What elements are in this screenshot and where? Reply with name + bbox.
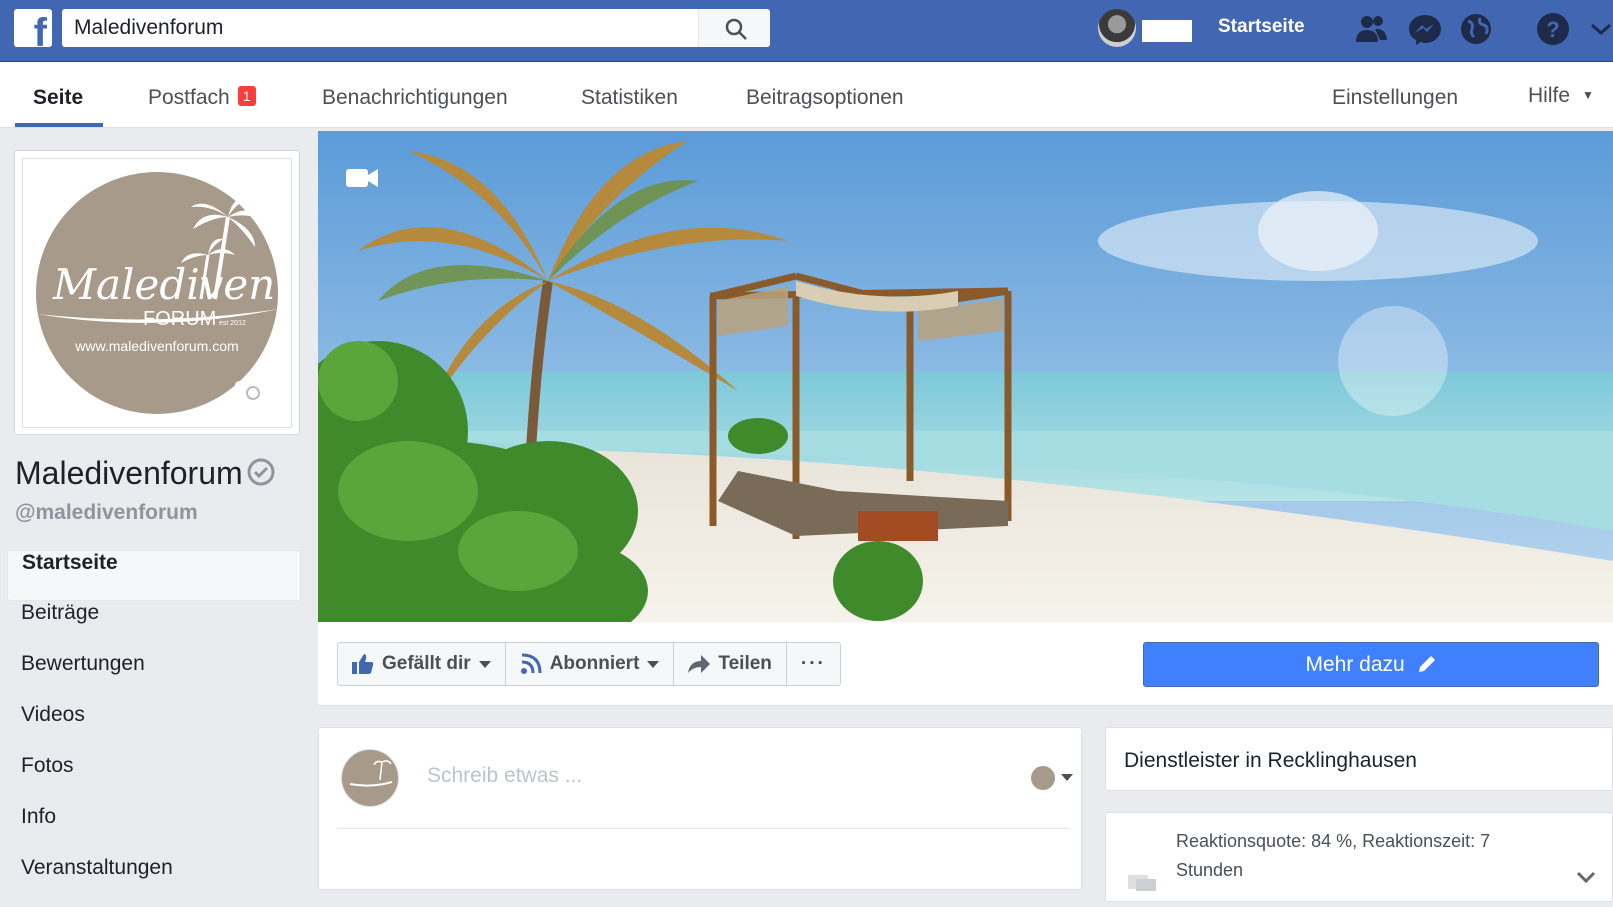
cover-video[interactable] [318, 131, 1613, 622]
response-rate-line1: Reaktionsquote: 84 %, Reaktionszeit: 7 [1176, 831, 1491, 851]
share-button[interactable]: Teilen [674, 643, 787, 685]
page-category-text: Dienstleister in Recklinghausen [1124, 749, 1417, 772]
profile-picture[interactable]: Malediven FORUM est 2012 www.maledivenfo… [14, 150, 300, 435]
user-name-redacted[interactable] [1142, 20, 1192, 42]
tab-notifications[interactable]: Benachrichtigungen [322, 86, 508, 110]
post-as-selector[interactable] [1031, 766, 1075, 792]
leftnav-item-posts[interactable]: Beiträge [7, 601, 301, 652]
svg-text:Malediven: Malediven [52, 260, 275, 309]
svg-text:www.maledivenforum.com: www.maledivenforum.com [74, 338, 238, 354]
friends-icon[interactable] [1353, 12, 1389, 46]
page-title: Maledivenforum [15, 455, 275, 492]
pencil-icon [1418, 656, 1435, 672]
active-tab-indicator [15, 123, 103, 127]
tab-insights[interactable]: Statistiken [581, 86, 678, 110]
chevron-down-icon[interactable] [1590, 12, 1612, 46]
selector-avatar-icon [1031, 766, 1055, 790]
share-button-label: Teilen [718, 653, 772, 674]
caret-down-icon [1061, 774, 1073, 781]
caret-down-icon [647, 660, 660, 668]
search-input[interactable] [62, 9, 696, 47]
page-tab-bar: Seite Postfach 1 Benachrichtigungen Stati… [0, 62, 1613, 128]
leftnav-item-about[interactable]: Info [7, 805, 301, 856]
tab-help[interactable]: Hilfe ▼ [1528, 84, 1594, 108]
response-rate-line2: Stunden [1176, 860, 1244, 880]
leftnav-item-photos[interactable]: Fotos [7, 754, 301, 805]
action-button-group: Gefällt dir Abonniert Teilen ··· [337, 642, 841, 686]
tab-inbox-label: Postfach [148, 86, 230, 109]
user-avatar[interactable] [1098, 9, 1136, 47]
learn-more-button[interactable]: Mehr dazu [1143, 642, 1599, 687]
globe-icon[interactable] [1458, 12, 1494, 46]
caret-down-icon [478, 660, 491, 668]
tab-page[interactable]: Seite [33, 86, 83, 110]
page-title-text: Maledivenforum [15, 455, 243, 491]
verified-check-icon [247, 458, 275, 486]
search-icon [725, 18, 747, 40]
rss-icon [520, 653, 542, 674]
composer-page-avatar [341, 749, 399, 807]
tab-help-label: Hilfe [1528, 84, 1571, 107]
svg-text:est 2012: est 2012 [219, 320, 246, 327]
response-rate-card[interactable]: Reaktionsquote: 84 %, Reaktionszeit: 7 S… [1105, 812, 1613, 902]
share-arrow-icon [688, 655, 711, 673]
svg-text:?: ? [1546, 17, 1559, 42]
leftnav-item-events[interactable]: Veranstaltungen [7, 856, 301, 907]
leftnav-item-home[interactable]: Startseite [7, 550, 301, 601]
thumbs-up-icon [352, 654, 374, 674]
follow-button[interactable]: Abonniert [506, 643, 675, 685]
like-button-label: Gefällt dir [382, 653, 471, 674]
home-link[interactable]: Startseite [1218, 16, 1305, 38]
tab-publishing-tools[interactable]: Beitragsoptionen [746, 86, 904, 110]
page-action-bar: Gefällt dir Abonniert Teilen ··· Mehr da… [318, 622, 1613, 706]
facebook-logo-icon[interactable]: f [14, 9, 52, 47]
leftnav-item-videos[interactable]: Videos [7, 703, 301, 754]
response-rate-text: Reaktionsquote: 84 %, Reaktionszeit: 7 S… [1176, 827, 1536, 885]
leftnav-item-reviews[interactable]: Bewertungen [7, 652, 301, 703]
caret-down-icon: ▼ [1582, 88, 1594, 102]
tab-settings[interactable]: Einstellungen [1332, 86, 1458, 110]
messenger-icon[interactable] [1407, 12, 1443, 46]
divider [337, 828, 1070, 829]
page-left-navigation: Startseite Beiträge Bewertungen Videos F… [7, 550, 301, 907]
search-button[interactable] [698, 9, 770, 47]
profile-picture-image: Malediven FORUM est 2012 www.maledivenfo… [22, 158, 292, 428]
inbox-count-badge: 1 [237, 86, 256, 106]
help-icon[interactable]: ? [1535, 12, 1571, 46]
page-handle[interactable]: @maledivenforum [15, 501, 198, 525]
composer-input[interactable]: Schreib etwas ... [427, 764, 582, 788]
svg-text:FORUM: FORUM [143, 308, 216, 330]
more-options-button[interactable]: ··· [787, 643, 840, 685]
top-navigation-bar: f Startseite ? [0, 0, 1613, 62]
chat-bubbles-icon [1128, 875, 1156, 891]
chevron-down-icon[interactable] [1576, 871, 1596, 885]
like-button[interactable]: Gefällt dir [338, 643, 506, 685]
follow-button-label: Abonniert [549, 653, 640, 674]
tab-inbox[interactable]: Postfach 1 [148, 86, 256, 110]
post-composer: Schreib etwas ... [318, 727, 1082, 890]
search-box [62, 9, 770, 47]
page-category-card: Dienstleister in Recklinghausen [1105, 727, 1613, 791]
learn-more-label: Mehr dazu [1305, 653, 1405, 676]
